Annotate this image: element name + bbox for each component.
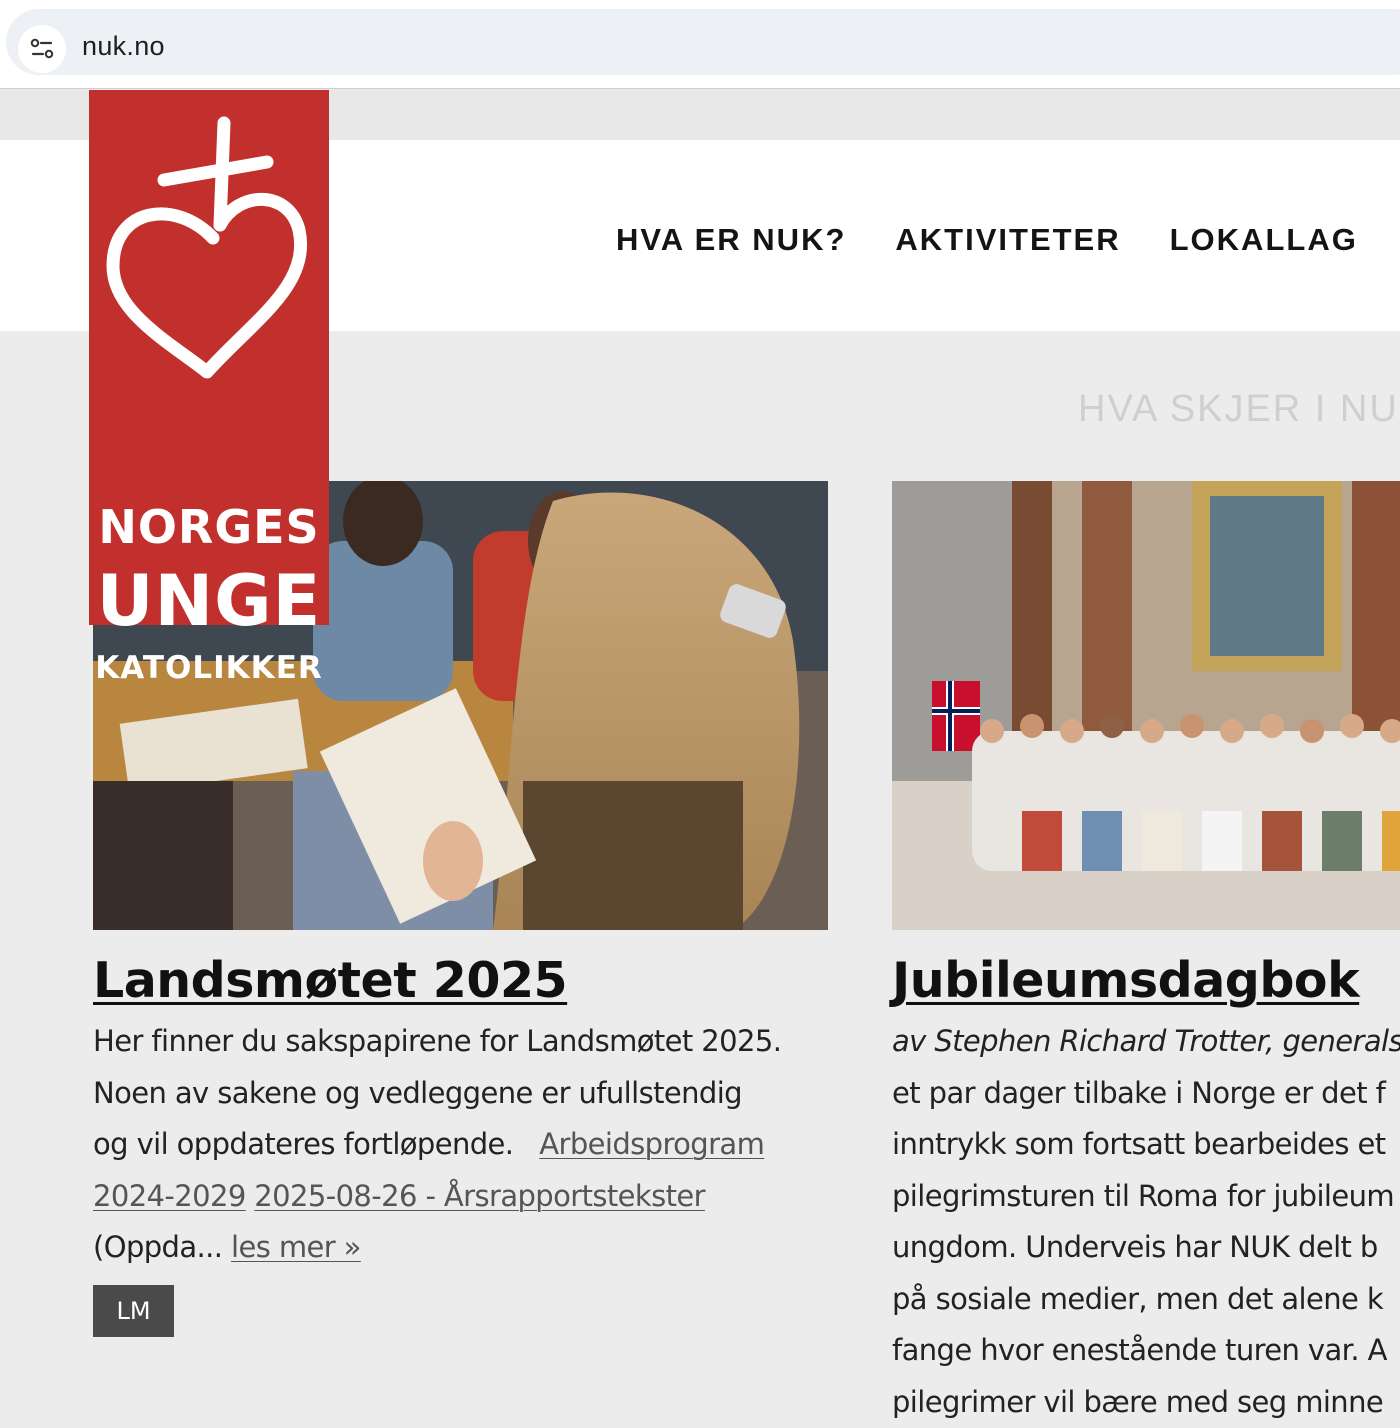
excerpt-line-text: og vil oppdateres fortløpende.	[93, 1127, 513, 1161]
logo-text-norges: NORGES	[89, 500, 329, 554]
excerpt-line: Her finner du sakspapirene for Landsmøte…	[93, 1016, 823, 1068]
excerpt-line: fange hvor enestående turen var. A	[892, 1325, 1400, 1377]
browser-address-bar: nuk.no	[0, 0, 1400, 89]
post-excerpt-landsmotet: Her finner du sakspapirene for Landsmøte…	[93, 1016, 823, 1274]
excerpt-line: 2024-2029 2025-08-26 - Årsrapportstekste…	[93, 1171, 823, 1223]
main-navigation: HVA ER NUK? AKTIVITETER LOKALLAG F	[616, 220, 1400, 260]
excerpt-line: ungdom. Underveis har NUK delt b	[892, 1222, 1400, 1274]
post-excerpt-jubileumsdagbok: av Stephen Richard Trotter, generals et …	[892, 1016, 1400, 1428]
nav-lokallag[interactable]: LOKALLAG	[1170, 220, 1358, 260]
excerpt-line: pilegrimer vil bære med seg minne	[892, 1377, 1400, 1428]
arbeidsprogram-years-link[interactable]: 2024-2029	[93, 1179, 246, 1213]
post-title-jubileumsdagbok[interactable]: Jubileumsdagbok	[892, 952, 1359, 1009]
nav-hva-er-nuk[interactable]: HVA ER NUK?	[616, 220, 846, 260]
post-image-jubileumsdagbok[interactable]	[892, 481, 1400, 930]
url-text[interactable]: nuk.no	[82, 31, 165, 62]
arbeidsprogram-link[interactable]: Arbeidsprogram	[539, 1127, 764, 1161]
excerpt-end: (Oppda...	[93, 1230, 222, 1264]
excerpt-line: (Oppda... les mer »	[93, 1222, 823, 1274]
excerpt-line: pilegrimsturen til Roma for jubileum	[892, 1171, 1400, 1223]
site-logo[interactable]: NORGES UNGE KATOLIKKER	[89, 90, 329, 625]
arsrapport-link[interactable]: 2025-08-26 - Årsrapportstekster	[254, 1179, 705, 1213]
post-byline: av Stephen Richard Trotter, generals	[892, 1016, 1400, 1068]
post-title-landsmotet[interactable]: Landsmøtet 2025	[93, 952, 567, 1009]
site-settings-icon[interactable]	[18, 25, 66, 73]
section-heading: HVA SKJER I NUK	[1078, 388, 1400, 431]
logo-text-unge: UNGE	[89, 560, 329, 642]
excerpt-line: Noen av sakene og vedleggene er ufullste…	[93, 1068, 823, 1120]
logo-text-katolikker: KATOLIKKER	[89, 650, 329, 686]
excerpt-line: og vil oppdateres fortløpende. Arbeidspr…	[93, 1119, 823, 1171]
post-tag-lm[interactable]: LM	[93, 1285, 174, 1337]
excerpt-line: på sosiale medier, men det alene k	[892, 1274, 1400, 1326]
excerpt-line: et par dager tilbake i Norge er det f	[892, 1068, 1400, 1120]
url-field[interactable]: nuk.no	[6, 9, 1400, 75]
read-more-link[interactable]: les mer »	[231, 1230, 361, 1264]
cross-heart-icon	[89, 90, 329, 490]
excerpt-line: inntrykk som fortsatt bearbeides et	[892, 1119, 1400, 1171]
nav-aktiviteter[interactable]: AKTIVITETER	[895, 220, 1120, 260]
